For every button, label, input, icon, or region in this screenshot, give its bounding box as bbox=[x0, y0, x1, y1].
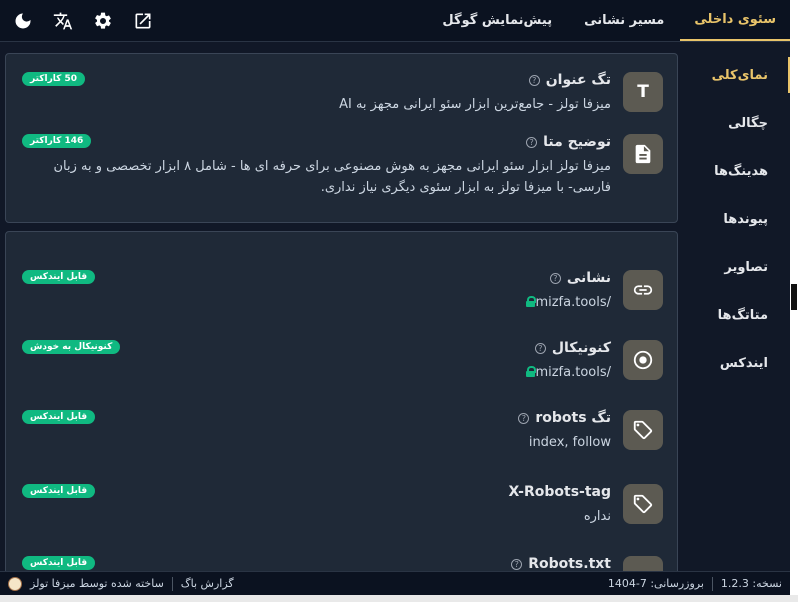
indexable-badge: قابل ایندکس bbox=[22, 484, 96, 498]
tag-icon bbox=[623, 410, 663, 450]
document-icon bbox=[623, 134, 663, 174]
translate-icon[interactable] bbox=[52, 10, 74, 32]
indexable-badge: قابل ایندکس bbox=[22, 556, 96, 570]
sidebar-item-headings[interactable]: هدینگ‌ها bbox=[694, 147, 790, 195]
footer: نسخه: 1.2.3 بروزرسانی: 7-1404 گزارش باگ … bbox=[0, 571, 790, 595]
tab-onpage-seo[interactable]: سئوی داخلی bbox=[680, 0, 790, 41]
sidebar-item-images[interactable]: تصاویر bbox=[694, 243, 790, 291]
url-value[interactable]: mizfa.tools/ bbox=[535, 292, 611, 313]
title-tag-row: T تگ عنوان ? میزفا تولز - جامع‌ترین ابزا… bbox=[20, 72, 663, 115]
robots-tag-value: index, follow bbox=[528, 435, 611, 450]
canonical-value[interactable]: mizfa.tools/ bbox=[535, 362, 611, 383]
sidebar-item-density[interactable]: چگالی bbox=[694, 99, 790, 147]
sidebar-item-metatags[interactable]: متاتگ‌ها bbox=[694, 291, 790, 339]
tag-icon bbox=[623, 484, 663, 524]
gear-icon[interactable] bbox=[92, 10, 114, 32]
target-icon bbox=[623, 340, 663, 380]
indexable-badge: قابل ایندکس bbox=[22, 270, 96, 284]
robots-txt-icon bbox=[623, 556, 663, 571]
title-tag-label: تگ عنوان bbox=[545, 72, 611, 88]
x-robots-label: X-Robots-tag bbox=[508, 484, 612, 500]
sidebar-item-links[interactable]: پیوندها bbox=[694, 195, 790, 243]
top-bar: سئوی داخلی مسیر نشانی پیش‌نمایش گوگل bbox=[0, 0, 790, 42]
sidebar-item-overview[interactable]: نمای‌کلی bbox=[694, 51, 790, 99]
title-tag-value: میزفا تولز - جامع‌ترین ابزار سئو ایرانی … bbox=[339, 97, 611, 112]
info-icon[interactable]: ? bbox=[534, 342, 546, 354]
title-tag-icon: T bbox=[623, 72, 663, 112]
tab-url-path[interactable]: مسیر نشانی bbox=[568, 0, 680, 41]
version-label: نسخه: 1.2.3 bbox=[720, 577, 782, 590]
canonical-row: کنونیکال ? mizfa.tools/ کنونیکال به خودش bbox=[20, 340, 663, 383]
meta-description-value: میزفا تولز ابزار سئو ایرانی مجهز به هوش … bbox=[53, 159, 611, 195]
robots-txt-row: Robots.txt ? قابل ایندکس bbox=[20, 556, 663, 571]
toolbar bbox=[0, 0, 154, 41]
moon-icon[interactable] bbox=[12, 10, 34, 32]
updated-label: بروزرسانی: 7-1404 bbox=[607, 577, 704, 590]
divider bbox=[171, 576, 173, 591]
app-window: سئوی داخلی مسیر نشانی پیش‌نمایش گوگل نما… bbox=[0, 0, 790, 595]
description-length-badge: 146 کاراکتر bbox=[22, 134, 92, 148]
brand-logo bbox=[8, 576, 22, 591]
robots-tag-row: تگ robots ? index, follow قابل ایندکس bbox=[20, 410, 663, 453]
lock-icon bbox=[526, 366, 537, 377]
lock-icon bbox=[526, 296, 537, 307]
sidebar: نمای‌کلی چگالی هدینگ‌ها پیوندها تصاویر م… bbox=[694, 43, 790, 571]
indexable-badge: قابل ایندکس bbox=[22, 410, 96, 424]
title-meta-panel: T تگ عنوان ? میزفا تولز - جامع‌ترین ابزا… bbox=[5, 53, 678, 223]
divider bbox=[711, 576, 713, 591]
canonical-label: کنونیکال bbox=[551, 340, 611, 356]
robots-tag-label: تگ robots bbox=[535, 410, 611, 426]
sidebar-item-index[interactable]: ایندکس bbox=[694, 339, 790, 387]
made-by-link[interactable]: ساخته شده توسط میزفا تولز bbox=[30, 577, 164, 590]
info-icon[interactable]: ? bbox=[518, 412, 530, 424]
window-edge bbox=[790, 0, 798, 602]
x-robots-value: نداره bbox=[583, 509, 611, 524]
meta-description-row: توضیح متا ? میزفا تولز ابزار سئو ایرانی … bbox=[20, 134, 663, 198]
info-icon[interactable]: ? bbox=[549, 272, 561, 284]
title-length-badge: 50 کاراکتر bbox=[22, 72, 86, 86]
tab-bar: سئوی داخلی مسیر نشانی پیش‌نمایش گوگل bbox=[426, 0, 790, 41]
robots-txt-label: Robots.txt bbox=[528, 556, 611, 571]
link-icon bbox=[623, 270, 663, 310]
external-link-icon[interactable] bbox=[132, 10, 154, 32]
tab-google-preview[interactable]: پیش‌نمایش گوگل bbox=[426, 0, 568, 41]
x-robots-row: X-Robots-tag نداره قابل ایندکس bbox=[20, 484, 663, 527]
main-content: T تگ عنوان ? میزفا تولز - جامع‌ترین ابزا… bbox=[0, 43, 686, 571]
info-icon[interactable]: ? bbox=[528, 74, 540, 86]
info-icon[interactable]: ? bbox=[526, 136, 538, 148]
window-edge bbox=[0, 595, 798, 602]
bug-report-link[interactable]: گزارش باگ bbox=[181, 577, 234, 590]
info-icon[interactable]: ? bbox=[511, 558, 523, 570]
indexing-panel: نشانی ? mizfa.tools/ قابل ایندکس کنونیکا… bbox=[5, 231, 678, 571]
meta-description-label: توضیح متا bbox=[543, 134, 611, 150]
url-row: نشانی ? mizfa.tools/ قابل ایندکس bbox=[20, 270, 663, 313]
self-canonical-badge: کنونیکال به خودش bbox=[22, 340, 121, 354]
url-label: نشانی bbox=[566, 270, 611, 286]
